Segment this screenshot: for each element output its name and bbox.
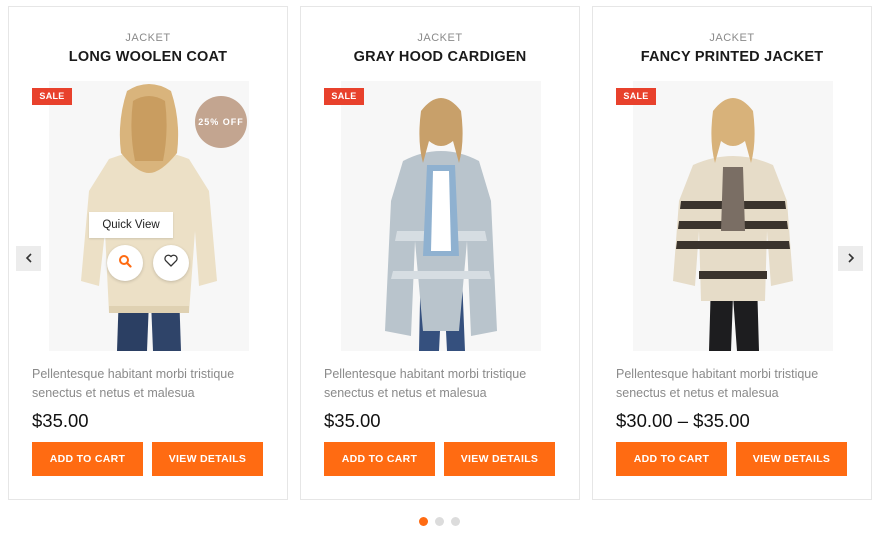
quick-view-tooltip: Quick View — [89, 212, 173, 238]
view-details-button[interactable]: VIEW DETAILS — [444, 442, 555, 476]
pagination-dot[interactable] — [419, 517, 428, 526]
product-category: JACKET — [125, 32, 171, 44]
product-price: $35.00 — [32, 410, 89, 431]
quick-view-button[interactable] — [107, 245, 143, 281]
product-card: JACKET FANCY PRINTED JACKET SALE Pellent… — [592, 6, 872, 500]
view-details-button[interactable]: VIEW DETAILS — [152, 442, 263, 476]
add-to-cart-button[interactable]: ADD TO CART — [324, 442, 435, 476]
product-title[interactable]: GRAY HOOD CARDIGEN — [301, 49, 579, 65]
sale-badge: SALE — [616, 88, 656, 105]
add-to-cart-button[interactable]: ADD TO CART — [616, 442, 727, 476]
product-title[interactable]: FANCY PRINTED JACKET — [593, 49, 871, 65]
carousel-next-button[interactable] — [838, 246, 863, 271]
heart-icon — [164, 254, 178, 272]
product-image[interactable] — [633, 81, 833, 351]
product-category: JACKET — [709, 32, 755, 44]
carousel-pagination — [419, 517, 460, 526]
search-icon — [118, 254, 132, 273]
carousel-prev-button[interactable] — [16, 246, 41, 271]
wishlist-button[interactable] — [153, 245, 189, 281]
product-category: JACKET — [417, 32, 463, 44]
product-price: $35.00 — [324, 410, 381, 431]
sale-badge: SALE — [32, 88, 72, 105]
discount-badge: 25% OFF — [195, 96, 247, 148]
product-card: JACKET GRAY HOOD CARDIGEN SALE Pellentes… — [300, 6, 580, 500]
chevron-right-icon — [847, 250, 855, 268]
chevron-left-icon — [25, 250, 33, 268]
product-carousel: JACKET LONG WOOLEN COAT SALE 25% OFF Qui… — [0, 0, 881, 534]
product-description: Pellentesque habitant morbi tristique se… — [324, 367, 527, 400]
sale-badge: SALE — [324, 88, 364, 105]
product-image[interactable] — [341, 81, 541, 351]
add-to-cart-button[interactable]: ADD TO CART — [32, 442, 143, 476]
product-card: JACKET LONG WOOLEN COAT SALE 25% OFF Qui… — [8, 6, 288, 500]
pagination-dot[interactable] — [451, 517, 460, 526]
product-description: Pellentesque habitant morbi tristique se… — [32, 367, 235, 400]
pagination-dot[interactable] — [435, 517, 444, 526]
view-details-button[interactable]: VIEW DETAILS — [736, 442, 847, 476]
product-price: $30.00 – $35.00 — [616, 410, 750, 431]
product-title[interactable]: LONG WOOLEN COAT — [9, 49, 287, 65]
product-description: Pellentesque habitant morbi tristique se… — [616, 367, 819, 400]
